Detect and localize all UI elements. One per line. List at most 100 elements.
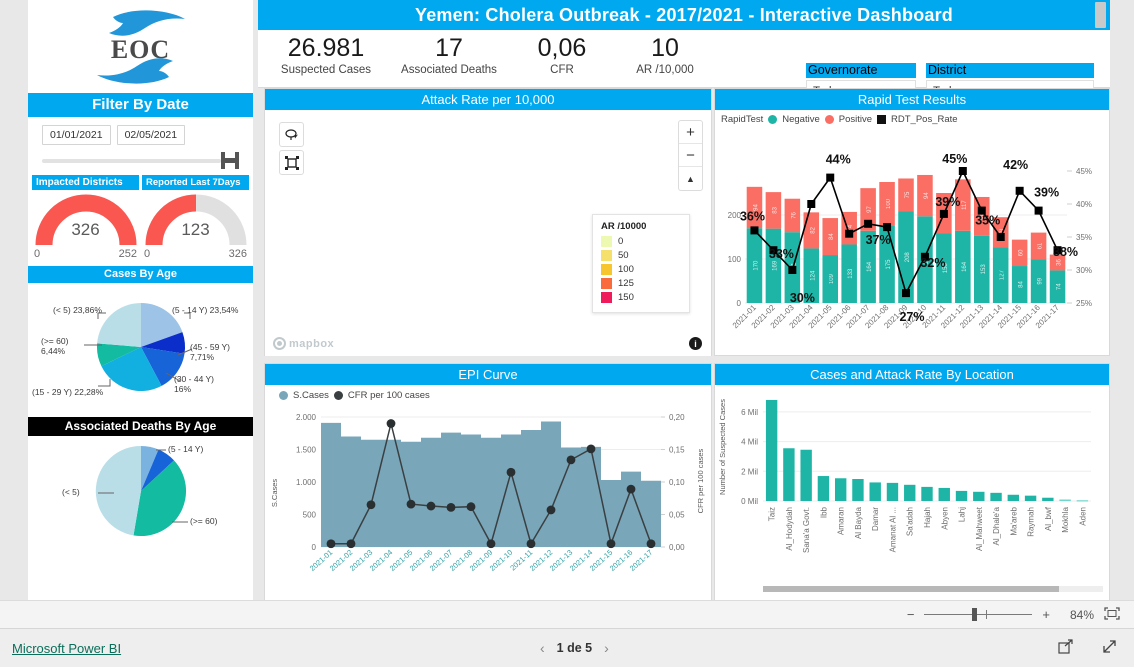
cases-area [321, 421, 661, 547]
kpi-associated-deaths[interactable]: 17 Associated Deaths [384, 34, 514, 78]
zoom-out-button[interactable]: − [907, 607, 915, 622]
pie-label-5-14: (5 - 14 Y) 23,54% [172, 305, 239, 315]
zoom-slider-thumb[interactable] [972, 608, 978, 621]
gauge-value: 326 [71, 220, 100, 239]
legend-item: 150 [601, 292, 681, 303]
page-navigator: ‹ 1 de 5 › [540, 640, 609, 656]
svg-text:109: 109 [829, 273, 835, 284]
bar [904, 484, 916, 501]
map-zoom-in-button[interactable]: + [679, 121, 702, 144]
kpi-label: CFR [550, 64, 574, 76]
svg-text:76: 76 [791, 211, 797, 218]
svg-text:153: 153 [981, 264, 987, 275]
svg-text:30%: 30% [790, 291, 815, 305]
gauge-reported-last-7-days[interactable]: Reported Last 7Days 123 0 326 [142, 175, 249, 260]
rapid-test-plot[interactable]: 0100200170942021-01169832021-02161762021… [715, 125, 1109, 343]
bar [1042, 497, 1054, 501]
svg-text:Amanat Al ...: Amanat Al ... [888, 507, 897, 552]
slicer-label: Governorate [806, 63, 916, 78]
svg-text:S.Cases: S.Cases [270, 479, 279, 508]
svg-text:Sa'adah: Sa'adah [906, 507, 915, 536]
deaths-by-age-chart[interactable]: (5 - 14 Y) (< 5) (>= 60) [28, 436, 253, 546]
legend-label: 50 [618, 250, 629, 261]
bar [955, 490, 968, 501]
gauge-row: Impacted Districts 326 0 252 Reported La… [28, 175, 253, 260]
zoom-in-button[interactable]: + [1042, 607, 1050, 622]
attack-rate-map-panel: Attack Rate per 10,000 + − ▲ AR /10000 0 [264, 88, 712, 356]
rapid-test-title: Rapid Test Results [715, 89, 1109, 110]
zoom-slider-tick [986, 610, 988, 619]
fullscreen-icon[interactable] [1102, 639, 1118, 657]
pie-label-30-44: (30 - 44 Y) 16% [174, 374, 215, 394]
slider-handle[interactable] [221, 152, 239, 169]
svg-text:82: 82 [810, 226, 816, 233]
zoom-slider[interactable] [924, 608, 1033, 621]
map-lasso-select-icon[interactable] [279, 122, 304, 147]
scrollbar-thumb[interactable] [763, 586, 1059, 592]
legend-label: 150 [618, 292, 634, 303]
previous-page-button[interactable]: ‹ [540, 640, 545, 656]
date-from-input[interactable]: 01/01/2021 [42, 125, 111, 145]
map-compass-icon[interactable]: ▲ [679, 167, 702, 190]
bar [1007, 494, 1020, 501]
svg-text:Number of Suspected Cases: Number of Suspected Cases [718, 399, 727, 495]
svg-text:124: 124 [810, 270, 816, 281]
rapid-test-legend: RapidTest Negative Positive RDT_Pos_Rate [715, 110, 1109, 125]
kpi-value: 10 [651, 34, 679, 62]
power-bi-report: EOC Filter By Date 01/01/2021 02/05/2021… [0, 0, 1134, 667]
map-zoom-out-button[interactable]: − [679, 144, 702, 167]
epi-legend: S.Cases CFR per 100 cases [265, 385, 711, 401]
bar [1024, 495, 1037, 501]
mapbox-attribution[interactable]: mapbox [273, 337, 334, 350]
gauge-impacted-districts[interactable]: Impacted Districts 326 0 252 [32, 175, 139, 260]
location-horizontal-scrollbar[interactable] [763, 586, 1103, 592]
svg-text:Aden: Aden [1078, 507, 1087, 526]
legend-swatch [601, 292, 612, 303]
kpi-suspected-cases[interactable]: 26.981 Suspected Cases [266, 34, 386, 78]
date-range-slider[interactable] [28, 147, 253, 175]
date-to-input[interactable]: 02/05/2021 [116, 125, 186, 145]
svg-text:42%: 42% [1003, 158, 1028, 172]
map-legend: AR /10000 0 50 100 125 150 [592, 214, 690, 313]
svg-text:100: 100 [886, 198, 892, 209]
svg-text:27%: 27% [899, 310, 924, 324]
svg-text:500: 500 [303, 511, 317, 520]
vertical-scrollbar-thumb[interactable] [1095, 2, 1106, 28]
kpi-cfr[interactable]: 0,06 CFR [514, 34, 610, 78]
svg-text:45%: 45% [1076, 167, 1092, 176]
svg-text:Raymah: Raymah [1027, 507, 1036, 537]
bar [921, 486, 933, 501]
next-page-button[interactable]: › [604, 640, 609, 656]
location-panel-title: Cases and Attack Rate By Location [715, 364, 1109, 385]
map-info-icon[interactable]: i [689, 337, 702, 350]
status-bar: Microsoft Power BI ‹ 1 de 5 › [0, 628, 1134, 667]
cases-by-location-panel: Cases and Attack Rate By Location 0 Mil 2… [714, 363, 1110, 601]
legend-group-label: RapidTest [721, 114, 764, 125]
map-zoom-controls[interactable]: + − ▲ [678, 120, 703, 191]
svg-text:36: 36 [1057, 259, 1063, 266]
legend-square-rate [877, 115, 887, 124]
epi-curve-plot[interactable]: 0 500 1.000 1.500 2.000 0,00 0,05 0,10 0,15 0,20 2… [265, 401, 711, 591]
svg-text:37%: 37% [866, 233, 891, 247]
svg-text:Hajah: Hajah [923, 507, 932, 528]
svg-text:33%: 33% [769, 247, 794, 261]
gauge-title: Reported Last 7Days [142, 175, 249, 190]
kpi-attack-rate[interactable]: 10 AR /10,000 [606, 34, 724, 78]
bar [869, 482, 881, 501]
legend-item: 125 [601, 278, 681, 289]
legend-label-positive: Positive [838, 114, 873, 125]
eoc-logo: EOC [28, 0, 253, 93]
slicer-label: District [926, 63, 1094, 78]
power-bi-brand-link[interactable]: Microsoft Power BI [12, 641, 121, 656]
map-canvas[interactable]: + − ▲ AR /10000 0 50 100 125 150 mapbox … [265, 110, 711, 356]
cases-by-age-chart[interactable]: (5 - 14 Y) 23,54% (< 5) 23,86% (45 - 59 … [28, 283, 253, 411]
report-header: Yemen: Cholera Outbreak - 2017/2021 - In… [258, 0, 1110, 30]
svg-text:Al Bayda: Al Bayda [854, 506, 863, 539]
page-title: Yemen: Cholera Outbreak - 2017/2021 - In… [414, 4, 953, 25]
slider-track[interactable] [42, 159, 221, 163]
map-box-select-icon[interactable] [279, 150, 304, 175]
share-icon[interactable] [1058, 639, 1074, 657]
location-plot[interactable]: 0 Mil 2 Mil 4 Mil 6 Mil Taiz Al_Hodydah Sana'a… [715, 385, 1109, 595]
legend-label-cfr: CFR per 100 cases [347, 390, 430, 401]
fit-to-page-icon[interactable] [1104, 606, 1120, 623]
